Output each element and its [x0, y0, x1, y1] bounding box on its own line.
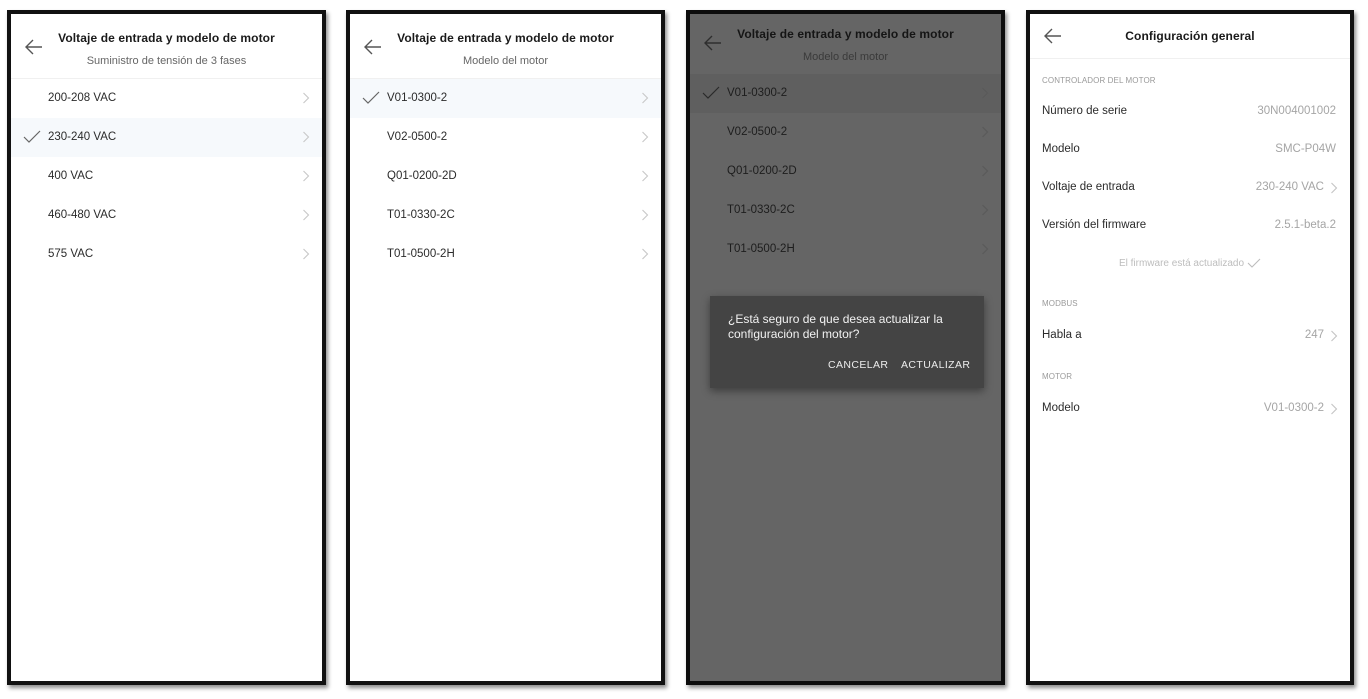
chevron-right-icon [982, 165, 989, 177]
chevron-right-icon [303, 92, 310, 104]
list-item[interactable]: Q01-0200-2D [350, 157, 661, 196]
checkmark-icon [702, 86, 720, 99]
list-item-label: Q01-0200-2D [387, 170, 457, 182]
list-item[interactable]: T01-0330-2C [350, 196, 661, 235]
confirm-dialog: ¿Está seguro de que desea actualizar la … [710, 296, 984, 388]
dialog-message: ¿Está seguro de que desea actualizar la … [728, 312, 943, 341]
input-voltage-row[interactable]: Voltaje de entrada 230-240 VAC [1030, 170, 1350, 206]
firmware-version-label: Versión del firmware [1042, 219, 1147, 231]
confirm-screen: Voltaje de entrada y modelo de motor Mod… [686, 10, 1005, 685]
chevron-right-icon [982, 126, 989, 138]
firmware-version-value: 2.5.1-beta.2 [1274, 219, 1336, 231]
list-item-label: 230-240 VAC [48, 131, 117, 143]
model-value: SMC-P04W [1275, 143, 1336, 155]
voltage-list: 200-208 VAC 230-240 VAC 400 VAC 460-480 VAC… [11, 79, 322, 274]
chevron-right-icon [1331, 182, 1338, 194]
list-item-label: T01-0330-2C [387, 209, 455, 221]
list-item[interactable]: V01-0300-2 [350, 79, 661, 118]
list-item[interactable]: 400 VAC [11, 157, 322, 196]
chevron-right-icon [642, 131, 649, 143]
chevron-right-icon [642, 209, 649, 221]
page-title: Voltaje de entrada y modelo de motor [397, 31, 614, 45]
screen-header: Voltaje de entrada y modelo de motor Sum… [11, 14, 322, 79]
checkmark-icon [1247, 258, 1261, 268]
cancel-button[interactable]: CANCELAR [828, 359, 888, 371]
chevron-right-icon [303, 209, 310, 221]
chevron-right-icon [642, 248, 649, 260]
chevron-right-icon [642, 170, 649, 182]
serial-number-value: 30N004001002 [1257, 105, 1336, 117]
list-item[interactable]: V02-0500-2 [690, 113, 1001, 152]
section-header-motor: MOTOR [1042, 372, 1073, 381]
model-label: Modelo [1042, 143, 1080, 155]
chevron-right-icon [303, 131, 310, 143]
serial-number-label: Número de serie [1042, 105, 1128, 117]
general-settings-screen: Configuración general CONTROLADOR DEL MO… [1026, 10, 1354, 685]
chevron-right-icon [642, 92, 649, 104]
checkmark-icon [362, 91, 380, 104]
list-item[interactable]: 460-480 VAC [11, 196, 322, 235]
list-item[interactable]: 230-240 VAC [11, 118, 322, 157]
model-row: Modelo SMC-P04W [1030, 132, 1350, 168]
input-voltage-label: Voltaje de entrada [1042, 181, 1135, 193]
page-title: Voltaje de entrada y modelo de motor [737, 27, 954, 41]
chevron-right-icon [982, 87, 989, 99]
serial-number-row: Número de serie 30N004001002 [1030, 94, 1350, 130]
section-header-motor-controller: CONTROLADOR DEL MOTOR [1042, 76, 1156, 85]
list-item-label: 460-480 VAC [48, 209, 117, 221]
screen-header: Configuración general [1030, 14, 1350, 59]
list-item-label: V01-0300-2 [727, 87, 788, 99]
input-voltage-value: 230-240 VAC [1255, 181, 1324, 193]
list-item-label: 200-208 VAC [48, 92, 117, 104]
modbus-address-row[interactable]: Habla a 247 [1030, 318, 1350, 354]
firmware-status-text: El firmware está actualizado [1118, 258, 1245, 269]
list-item[interactable]: V01-0300-2 [690, 74, 1001, 113]
page-subtitle: Modelo del motor [803, 51, 888, 63]
page-subtitle: Modelo del motor [463, 55, 548, 67]
checkmark-icon [23, 130, 41, 143]
list-item-label: 575 VAC [48, 248, 94, 260]
motor-model-screen: Voltaje de entrada y modelo de motor Mod… [346, 10, 665, 685]
page-title: Configuración general [1125, 29, 1255, 43]
list-item-label: 400 VAC [48, 170, 94, 182]
chevron-right-icon [303, 170, 310, 182]
list-item-label: V01-0300-2 [387, 92, 448, 104]
screen-header: Voltaje de entrada y modelo de motor Mod… [690, 14, 1001, 74]
update-button[interactable]: ACTUALIZAR [901, 359, 970, 371]
chevron-right-icon [303, 248, 310, 260]
voltage-screen: Voltaje de entrada y modelo de motor Sum… [7, 10, 326, 685]
firmware-status: El firmware está actualizado [1030, 258, 1350, 269]
motor-model-label: Modelo [1042, 402, 1080, 414]
list-item-label: V02-0500-2 [727, 126, 788, 138]
screen-header: Voltaje de entrada y modelo de motor Mod… [350, 14, 661, 79]
motor-model-row[interactable]: Modelo V01-0300-2 [1030, 391, 1350, 427]
list-item-label: T01-0500-2H [727, 243, 795, 255]
chevron-right-icon [1331, 403, 1338, 415]
modbus-address-label: Habla a [1042, 329, 1082, 341]
modbus-address-value: 247 [1304, 329, 1324, 341]
section-header-modbus: MODBUS [1042, 299, 1078, 308]
list-item-label: V02-0500-2 [387, 131, 448, 143]
motor-model-value: V01-0300-2 [1263, 402, 1324, 414]
chevron-right-icon [982, 204, 989, 216]
list-item[interactable]: 575 VAC [11, 235, 322, 274]
page-subtitle: Suministro de tensión de 3 fases [86, 55, 247, 67]
chevron-right-icon [982, 243, 989, 255]
list-item-label: Q01-0200-2D [727, 165, 797, 177]
list-item-label: T01-0500-2H [387, 248, 455, 260]
list-item[interactable]: Q01-0200-2D [690, 152, 1001, 191]
list-item[interactable]: T01-0500-2H [350, 235, 661, 274]
page-title: Voltaje de entrada y modelo de motor [58, 31, 275, 45]
firmware-version-row: Versión del firmware 2.5.1-beta.2 [1030, 208, 1350, 244]
list-item[interactable]: V02-0500-2 [350, 118, 661, 157]
list-item[interactable]: T01-0330-2C [690, 191, 1001, 230]
list-item[interactable]: T01-0500-2H [690, 230, 1001, 269]
motor-model-list: V01-0300-2 V02-0500-2 Q01-0200-2D T01-0330-… [350, 79, 661, 274]
list-item[interactable]: 200-208 VAC [11, 79, 322, 118]
list-item-label: T01-0330-2C [727, 204, 795, 216]
chevron-right-icon [1331, 330, 1338, 342]
motor-model-list: V01-0300-2 V02-0500-2 Q01-0200-2D T01-0330-… [690, 74, 1001, 269]
